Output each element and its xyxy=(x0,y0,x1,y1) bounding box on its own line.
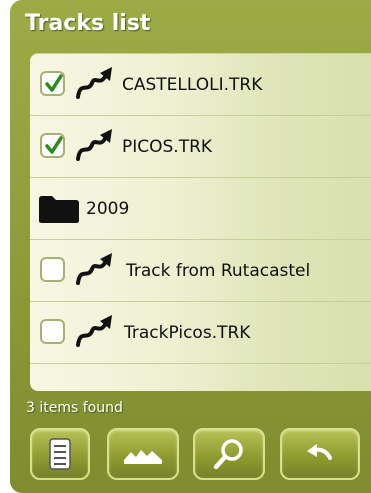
track-name: PICOS.TRK xyxy=(122,137,213,157)
track-route-icon xyxy=(76,315,112,347)
tracks-panel: Tracks list CASTELLOLI.TRK PICOS.TRK 200… xyxy=(10,0,371,493)
track-name: Track from Rutacastel xyxy=(126,261,311,281)
checkbox[interactable] xyxy=(40,319,65,344)
search-button[interactable] xyxy=(193,428,265,480)
mountain-profile-icon xyxy=(124,450,162,464)
folder-name: 2009 xyxy=(86,199,130,219)
panel-title: Tracks list xyxy=(25,11,151,36)
list-item[interactable]: Track from Rutacastel xyxy=(30,240,371,302)
list-item[interactable]: TrackPicos.TRK xyxy=(30,302,371,364)
list-details-icon xyxy=(49,438,71,470)
back-button[interactable] xyxy=(280,428,360,480)
check-icon xyxy=(45,136,63,154)
checkbox[interactable] xyxy=(40,257,65,282)
tracks-list[interactable]: CASTELLOLI.TRK PICOS.TRK 2009 Track from… xyxy=(30,53,371,391)
track-route-icon xyxy=(76,67,112,99)
track-name: TrackPicos.TRK xyxy=(124,323,251,343)
track-name: CASTELLOLI.TRK xyxy=(122,75,263,95)
items-count: 3 items found xyxy=(26,400,123,416)
magnifier-icon xyxy=(213,439,243,470)
altitude-profile-button[interactable] xyxy=(107,428,179,480)
list-item[interactable]: 2009 xyxy=(30,178,371,240)
checkbox[interactable] xyxy=(40,71,65,96)
folder-icon xyxy=(39,196,79,223)
check-icon xyxy=(45,74,63,92)
list-item[interactable]: PICOS.TRK xyxy=(30,116,371,178)
list-item[interactable]: CASTELLOLI.TRK xyxy=(30,54,371,116)
track-route-icon xyxy=(76,129,112,161)
track-route-icon xyxy=(76,253,112,285)
track-details-button[interactable] xyxy=(30,428,90,480)
undo-arrow-icon xyxy=(307,444,332,460)
checkbox[interactable] xyxy=(40,133,65,158)
